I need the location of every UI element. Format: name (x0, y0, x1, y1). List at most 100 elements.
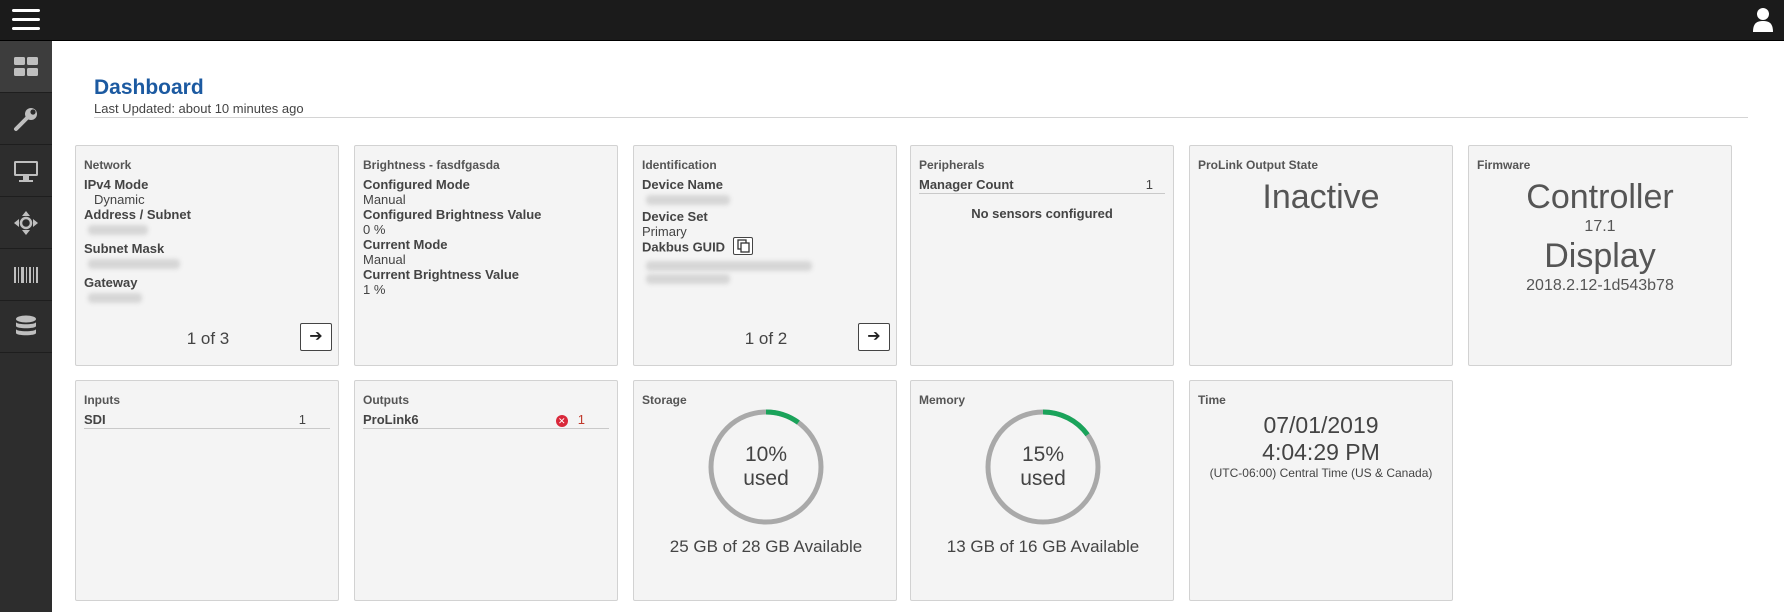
dakbus-guid-row: Dakbus GUID (642, 237, 888, 257)
error-icon: ✕ (555, 414, 568, 427)
sidebar-item-position[interactable] (0, 197, 52, 249)
wrench-icon (14, 107, 37, 131)
controller-label: Controller (1526, 178, 1674, 216)
address-label: Address / Subnet (84, 207, 191, 222)
storage-card: Storage 10% used 25 GB of 28 GB Availabl… (633, 380, 897, 601)
firmware-card: Firmware Controller 17.1 Display 2018.2.… (1468, 145, 1732, 366)
redacted-value (88, 293, 142, 303)
time-card: Time 07/01/2019 4:04:29 PM (UTC-06:00) C… (1189, 380, 1453, 601)
current-mode-value: Manual (363, 252, 406, 267)
sidebar-item-data[interactable] (0, 301, 52, 353)
current-mode-label: Current Mode (363, 237, 448, 252)
output-name: ProLink6 (363, 412, 419, 427)
card-title: Peripherals (919, 158, 985, 172)
ipv4-mode-label: IPv4 Mode (84, 177, 149, 192)
redacted-value (646, 261, 812, 271)
dashboard-icon (14, 56, 38, 76)
usage-text: 15% used (983, 443, 1103, 491)
output-count: 1 (577, 412, 585, 427)
memory-card: Memory 15% used 13 GB of 16 GB Available (910, 380, 1174, 601)
display-label: Display (1544, 237, 1656, 275)
usage-word: used (743, 467, 789, 490)
page-title: Dashboard (94, 76, 204, 99)
monitor-icon (14, 160, 38, 182)
top-bar (0, 0, 1784, 41)
card-title: Memory (919, 393, 966, 407)
sidebar-item-barcode[interactable] (0, 249, 52, 301)
move-icon (14, 210, 38, 235)
subnet-mask-label: Subnet Mask (84, 241, 165, 256)
inputs-card: Inputs SDI 1 (75, 380, 339, 601)
gateway-label: Gateway (84, 275, 138, 290)
donut-chart: 10% used (706, 407, 826, 527)
card-title: Outputs (363, 393, 409, 407)
card-title: ProLink Output State (1198, 158, 1318, 172)
brightness-card: Brightness - fasdfgasda Configured Mode … (354, 145, 618, 366)
sidebar-item-dashboard[interactable] (0, 41, 52, 93)
input-count: 1 (298, 412, 306, 427)
network-card: Network IPv4 Mode Dynamic Address / Subn… (75, 145, 339, 366)
usage-percent: 15% (1021, 443, 1065, 466)
copy-icon (737, 239, 750, 253)
configured-brightness-label: Configured Brightness Value (363, 207, 542, 222)
storage-available: 25 GB of 28 GB Available (669, 537, 863, 556)
no-sensors-message: No sensors configured (971, 206, 1113, 221)
device-name-label: Device Name (642, 177, 723, 192)
current-brightness-value: 1 % (363, 282, 386, 297)
display-version: 2018.2.12-1d543b78 (1526, 277, 1674, 294)
last-updated: Last Updated: about 10 minutes ago (94, 101, 304, 116)
dakbus-guid-label: Dakbus GUID (642, 239, 726, 255)
configured-mode-value: Manual (363, 192, 406, 207)
list-item: SDI 1 (84, 412, 330, 429)
usage-text: 10% used (706, 443, 826, 491)
card-title: Identification (642, 158, 717, 172)
prolink-output-card: ProLink Output State Inactive (1189, 145, 1453, 366)
redacted-value (88, 225, 148, 235)
manager-count-value: 1 (1145, 177, 1153, 192)
hamburger-icon[interactable] (12, 9, 40, 31)
next-page-button[interactable]: ➔ (858, 323, 890, 351)
card-title: Firmware (1477, 158, 1531, 172)
sidebar-item-display[interactable] (0, 145, 52, 197)
clock: 4:04:29 PM (1262, 439, 1380, 465)
ipv4-mode-value: Dynamic (94, 192, 145, 207)
storage-gauge: 10% used 25 GB of 28 GB Available (634, 407, 898, 557)
redacted-value (646, 274, 730, 284)
list-item: Manager Count 1 (919, 177, 1165, 194)
usage-percent: 10% (744, 443, 788, 466)
copy-guid-button[interactable] (732, 237, 753, 255)
redacted-value (646, 195, 730, 205)
main-content: Dashboard Last Updated: about 10 minutes… (52, 41, 1784, 612)
device-set-label: Device Set (642, 209, 708, 224)
current-brightness-label: Current Brightness Value (363, 267, 520, 282)
device-set-value: Primary (642, 224, 687, 239)
redacted-value (88, 259, 180, 269)
identification-card: Identification Device Name Device Set Pr… (633, 145, 897, 366)
memory-gauge: 15% used 13 GB of 16 GB Available (911, 407, 1175, 557)
date: 07/01/2019 (1263, 412, 1379, 438)
card-title: Storage (642, 393, 687, 407)
time-zone: (UTC-06:00) Central Time (US & Canada) (1209, 466, 1433, 480)
sidebar (0, 41, 52, 612)
pager: 1 of 3 ➔ (76, 323, 338, 353)
manager-count-label: Manager Count (919, 177, 1014, 192)
card-title: Inputs (84, 393, 120, 407)
usage-word: used (1020, 467, 1066, 490)
user-icon[interactable] (1752, 7, 1774, 33)
memory-available: 13 GB of 16 GB Available (946, 537, 1140, 556)
card-title: Time (1198, 393, 1226, 407)
controller-version: 17.1 (1584, 218, 1616, 235)
page-header: Dashboard Last Updated: about 10 minutes… (94, 75, 1748, 118)
outputs-card: Outputs ProLink6 ✕ 1 (354, 380, 618, 601)
next-page-button[interactable]: ➔ (300, 323, 332, 351)
configured-brightness-value: 0 % (363, 222, 386, 237)
donut-chart: 15% used (983, 407, 1103, 527)
card-title: Network (84, 158, 132, 172)
sidebar-item-tools[interactable] (0, 93, 52, 145)
configured-mode-label: Configured Mode (363, 177, 470, 192)
input-name: SDI (84, 412, 106, 427)
output-status: ✕ 1 (555, 412, 609, 427)
output-state: Inactive (1262, 178, 1380, 216)
list-item: ProLink6 ✕ 1 (363, 412, 609, 429)
peripherals-card: Peripherals Manager Count 1 No sensors c… (910, 145, 1174, 366)
